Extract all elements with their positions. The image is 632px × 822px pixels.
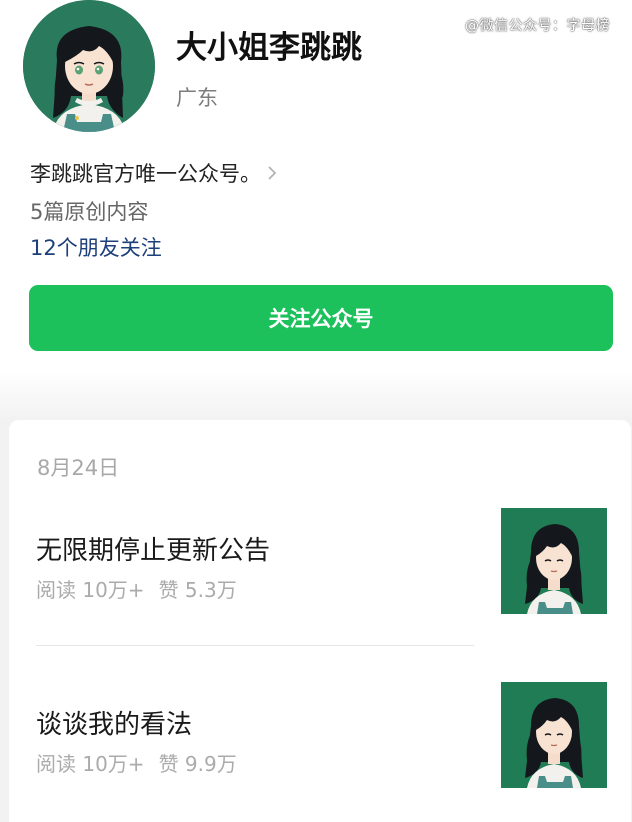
article-read-count: 阅读 10万+ bbox=[36, 578, 145, 602]
original-content-count: 5篇原创内容 bbox=[30, 200, 149, 224]
article-title: 无限期停止更新公告 bbox=[36, 536, 271, 566]
article-divider bbox=[36, 645, 474, 646]
cartoon-girl-thumbnail-icon bbox=[501, 508, 607, 614]
article-like-count: 赞 9.9万 bbox=[158, 752, 237, 776]
feed-date: 8月24日 bbox=[37, 456, 120, 480]
cartoon-girl-avatar-icon bbox=[23, 0, 155, 132]
article-read-count: 阅读 10万+ bbox=[36, 752, 145, 776]
cartoon-girl-thumbnail-icon bbox=[501, 682, 607, 788]
article-item[interactable]: 无限期停止更新公告 阅读 10万+ 赞 5.3万 bbox=[9, 508, 631, 620]
watermark: @微信公众号：字母榜 bbox=[465, 18, 610, 34]
follow-account-button[interactable]: 关注公众号 bbox=[29, 285, 613, 351]
profile-header: @微信公众号：字母榜 大小姐李跳跳 广东 李跳跳官方唯一公众号。 5篇原创内容 … bbox=[0, 0, 632, 410]
account-description: 李跳跳官方唯一公众号。 bbox=[30, 162, 261, 186]
account-name: 大小姐李跳跳 bbox=[176, 30, 362, 66]
avatar[interactable] bbox=[23, 0, 155, 132]
section-divider-shadow bbox=[0, 370, 632, 420]
article-like-count: 赞 5.3万 bbox=[158, 578, 237, 602]
article-stats: 阅读 10万+ 赞 9.9万 bbox=[36, 748, 237, 777]
article-thumbnail bbox=[501, 682, 607, 788]
account-region: 广东 bbox=[176, 86, 218, 110]
article-feed-card: 8月24日 无限期停止更新公告 阅读 10万+ 赞 5.3万 谈谈我的看法 阅读… bbox=[9, 420, 631, 822]
article-stats: 阅读 10万+ 赞 5.3万 bbox=[36, 574, 237, 603]
article-title: 谈谈我的看法 bbox=[36, 710, 193, 740]
official-account-page: @微信公众号：字母榜 大小姐李跳跳 广东 李跳跳官方唯一公众号。 5篇原创内容 … bbox=[0, 0, 632, 822]
friends-following-link[interactable]: 12个朋友关注 bbox=[30, 232, 162, 262]
article-thumbnail bbox=[501, 508, 607, 614]
chevron-right-icon bbox=[268, 166, 277, 180]
article-item[interactable]: 谈谈我的看法 阅读 10万+ 赞 9.9万 bbox=[9, 682, 631, 794]
account-description-link[interactable]: 李跳跳官方唯一公众号。 bbox=[30, 158, 279, 188]
